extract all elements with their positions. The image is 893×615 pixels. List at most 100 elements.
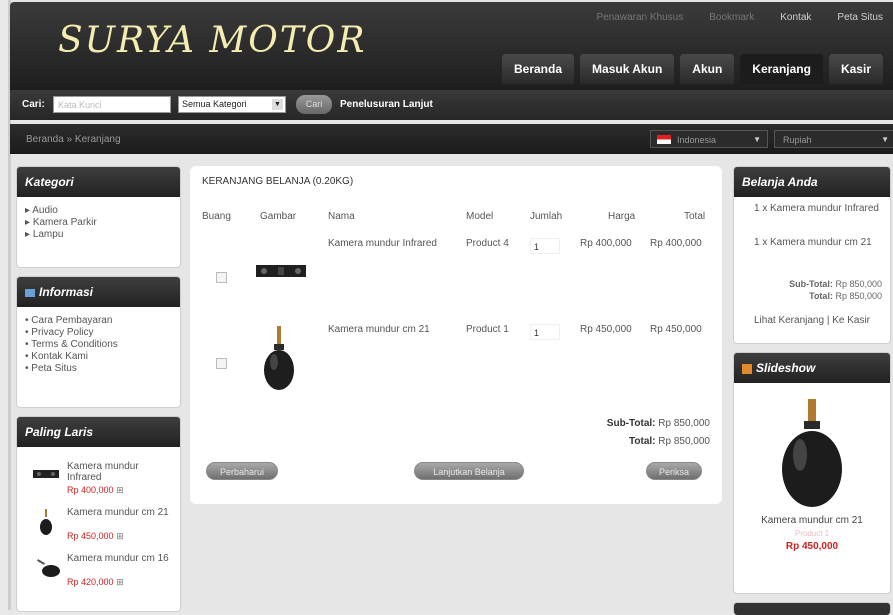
continue-shopping-button[interactable]: Lanjutkan Belanja <box>414 462 524 480</box>
search-input[interactable]: Kata Kunci <box>53 96 171 113</box>
category-box: Kategori ▸ Audio ▸ Kamera Parkir ▸ Lampu <box>16 166 181 268</box>
category-select[interactable]: Semua Kategori ▼ <box>178 96 286 113</box>
quantity-input[interactable]: 1 <box>530 324 560 340</box>
bestseller-box-title: Paling Laris <box>17 417 180 447</box>
breadcrumb-bar: Beranda » Keranjang Indonesia ▼ Rupiah ▼ <box>10 124 893 154</box>
info-item[interactable]: • Peta Situs <box>25 363 172 374</box>
book-icon <box>25 288 35 297</box>
mini-cart-total: Total: Rp 850,000 <box>809 291 882 301</box>
camera-cm21-image[interactable] <box>262 324 296 394</box>
site-header: SURYA MOTOR Penawaran Khusus Bookmark Ko… <box>10 2 893 90</box>
category-item[interactable]: ▸ Lampu <box>25 229 172 240</box>
infrared-camera-thumbnail <box>33 470 59 478</box>
mini-cart-title: Belanja Anda <box>734 167 890 197</box>
add-to-cart-icon[interactable]: ⊞ <box>116 531 124 541</box>
info-list: • Cara Pembayaran • Privacy Policy • Ter… <box>17 307 180 383</box>
add-to-cart-icon[interactable]: ⊞ <box>116 577 124 587</box>
tab-kasir[interactable]: Kasir <box>828 54 883 84</box>
mini-cart-item: 1 x Kamera mundur cm 21 <box>754 237 872 248</box>
info-item[interactable]: • Cara Pembayaran <box>25 315 172 326</box>
currency-value: Rupiah <box>783 135 812 145</box>
cart-item-total: Rp 400,000 <box>650 238 702 249</box>
top-link-contact[interactable]: Kontak <box>780 12 811 23</box>
link-separator: | <box>826 315 830 326</box>
chevron-down-icon: ▼ <box>753 135 761 144</box>
breadcrumb[interactable]: Beranda » Keranjang <box>26 134 121 145</box>
bestseller-item[interactable]: Kamera mundur cm 16 Rp 420,000 ⊞ <box>17 553 180 599</box>
advanced-search-link[interactable]: Penelusuran Lanjut <box>340 99 433 110</box>
tab-masuk-akun[interactable]: Masuk Akun <box>580 54 675 84</box>
cart-item-total: Rp 450,000 <box>650 324 702 335</box>
bestseller-list: Kamera mundur Infrared Rp 400,000 ⊞ Kame… <box>17 461 180 599</box>
checkout-link[interactable]: Ke Kasir <box>832 315 870 326</box>
slideshow-product-name[interactable]: Kamera mundur cm 21 <box>734 515 890 526</box>
cart-item-price: Rp 400,000 <box>580 238 632 249</box>
category-item[interactable]: ▸ Kamera Parkir <box>25 217 172 228</box>
top-links: Penawaran Khusus Bookmark Kontak Peta Si… <box>597 12 883 23</box>
cart-item-name[interactable]: Kamera mundur cm 21 <box>328 324 430 335</box>
tab-keranjang[interactable]: Keranjang <box>740 54 823 84</box>
chevron-down-icon: ▼ <box>881 135 889 144</box>
camera-cm16-thumbnail <box>37 559 60 577</box>
col-qty: Jumlah <box>530 211 563 222</box>
slideshow-box: Slideshow Kamera mundur cm 21 Product 1 … <box>733 352 891 594</box>
indonesia-flag-icon <box>657 135 671 144</box>
slideshow-product-image[interactable] <box>780 397 844 509</box>
info-item[interactable]: • Kontak Kami <box>25 351 172 362</box>
category-box-title: Kategori <box>17 167 180 197</box>
info-item[interactable]: • Terms & Conditions <box>25 339 172 350</box>
tab-akun[interactable]: Akun <box>680 54 735 84</box>
remove-checkbox[interactable] <box>216 272 227 283</box>
currency-select[interactable]: Rupiah ▼ <box>774 130 893 148</box>
cart-subtotal: Sub-Total: Rp 850,000 <box>606 418 710 429</box>
cart-item-name[interactable]: Kamera mundur Infrared <box>328 238 437 249</box>
top-link-sitemap[interactable]: Peta Situs <box>837 12 883 23</box>
info-box-title: Informasi <box>17 277 180 307</box>
top-link-specials[interactable]: Penawaran Khusus <box>597 12 684 23</box>
language-value: Indonesia <box>677 135 717 145</box>
slideshow-product-price: Rp 450,000 <box>785 541 839 552</box>
bestseller-item[interactable]: Kamera mundur Infrared Rp 400,000 ⊞ <box>17 461 180 507</box>
col-total: Total <box>684 211 706 222</box>
info-item[interactable]: • Privacy Policy <box>25 327 172 338</box>
view-cart-link[interactable]: Lihat Keranjang <box>754 315 824 326</box>
col-remove: Buang <box>202 211 231 222</box>
tab-beranda[interactable]: Beranda <box>502 54 575 84</box>
mini-cart-subtotal: Sub-Total: Rp 850,000 <box>789 279 882 289</box>
add-to-cart-icon[interactable]: ⊞ <box>116 485 124 495</box>
camera-cm21-thumbnail <box>40 509 52 535</box>
remove-checkbox[interactable] <box>216 358 227 369</box>
cart-total: Total: Rp 850,000 <box>629 436 710 447</box>
language-select[interactable]: Indonesia ▼ <box>650 130 768 148</box>
mini-cart-item: 1 x Kamera mundur Infrared <box>754 203 879 214</box>
site-logo[interactable]: SURYA MOTOR <box>58 20 366 61</box>
update-button[interactable]: Perbaharui <box>206 462 278 480</box>
search-label: Cari: <box>22 99 45 110</box>
main-menu: Beranda Masuk Akun Akun Keranjang Kasir <box>502 54 883 84</box>
infrared-camera-image[interactable] <box>252 262 310 280</box>
cart-title: KERANJANG BELANJA (0.20KG) <box>202 176 354 187</box>
search-bar: Cari: Kata Kunci Semua Kategori ▼ Cari P… <box>10 90 893 120</box>
top-link-bookmark[interactable]: Bookmark <box>709 12 754 23</box>
slideshow-product-model: Product 1 <box>794 529 830 538</box>
cart-item-model: Product 1 <box>466 324 509 335</box>
category-item[interactable]: ▸ Audio <box>25 205 172 216</box>
next-box-top <box>733 602 891 615</box>
bestseller-box: Paling Laris Kamera mundur Infrared Rp 4… <box>16 416 181 612</box>
quantity-input[interactable]: 1 <box>530 238 560 254</box>
col-model: Model <box>466 211 494 222</box>
mini-cart-box: Belanja Anda 1 x Kamera mundur Infrared … <box>733 166 891 344</box>
cart-item-model: Product 4 <box>466 238 509 249</box>
category-select-value: Semua Kategori <box>182 99 247 109</box>
cart-content: KERANJANG BELANJA (0.20KG) Buang Gambar … <box>190 166 722 504</box>
cart-item-price: Rp 450,000 <box>580 324 632 335</box>
slideshow-icon <box>742 363 752 374</box>
checkout-button[interactable]: Periksa <box>646 462 702 480</box>
search-button[interactable]: Cari <box>296 95 332 114</box>
mini-cart-list: 1 x Kamera mundur Infrared 1 x Kamera mu… <box>734 203 890 271</box>
col-price: Harga <box>608 211 636 222</box>
col-image: Gambar <box>260 211 297 222</box>
category-list: ▸ Audio ▸ Kamera Parkir ▸ Lampu <box>17 197 180 249</box>
bestseller-item[interactable]: Kamera mundur cm 21 Rp 450,000 ⊞ <box>17 507 180 553</box>
chevron-down-icon: ▼ <box>272 99 283 110</box>
